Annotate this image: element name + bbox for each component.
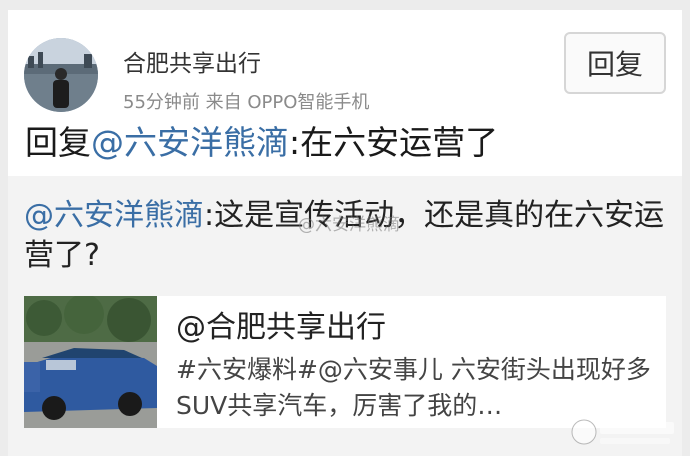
username[interactable]: 合肥共享出行 <box>123 44 261 78</box>
reply-button[interactable]: 回复 <box>564 32 666 94</box>
site-watermark-logo <box>570 414 680 453</box>
link-thumbnail <box>24 296 157 428</box>
reply-prefix: 回复 <box>25 123 91 162</box>
link-card[interactable]: @合肥共享出行 #六安爆料#@六安事儿 六安街头出现好多SUV共享汽车，厉害了我… <box>24 296 666 428</box>
quoted-mention[interactable]: @六安洋熊滴 <box>24 198 204 233</box>
reply-content: 回复@六安洋熊滴:在六安运营了 <box>25 116 498 164</box>
post-meta: 55分钟前 来自 OPPO智能手机 <box>123 92 370 113</box>
weibo-watermark: @六安洋熊滴 <box>298 215 400 235</box>
reply-mention[interactable]: @六安洋熊滴 <box>91 123 289 162</box>
reply-body: :在六安运营了 <box>289 123 499 162</box>
link-card-title: @合肥共享出行 <box>176 310 386 345</box>
quoted-text: @六安洋熊滴:这是宣传活动，还是真的在六安运营了? <box>24 196 674 276</box>
avatar[interactable] <box>24 38 98 112</box>
